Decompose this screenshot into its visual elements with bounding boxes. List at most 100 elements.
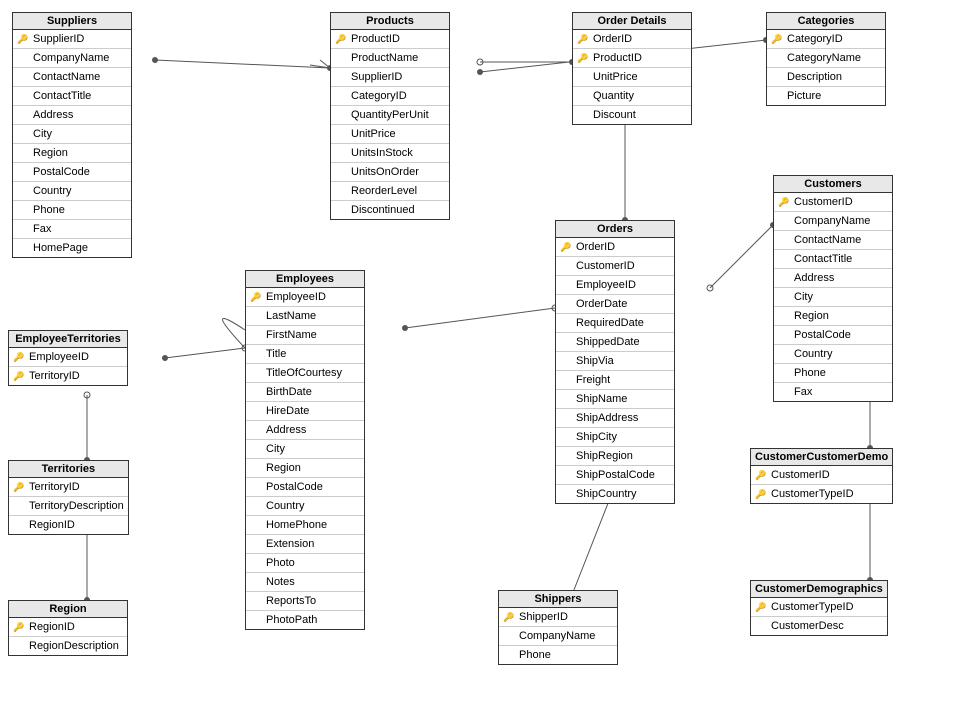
table-territories: Territories🔑TerritoryIDTerritoryDescript…: [8, 460, 129, 535]
field-products-categoryid: CategoryID: [331, 87, 449, 106]
table-title-customerCustomerDemo: CustomerCustomerDemo: [751, 449, 892, 466]
field-name: ShipRegion: [576, 450, 633, 462]
field-name: PostalCode: [266, 481, 323, 493]
field-employeeTerritories-territoryid: 🔑TerritoryID: [9, 367, 127, 385]
field-employees-photo: Photo: [246, 554, 364, 573]
field-customers-phone: Phone: [774, 364, 892, 383]
field-name: City: [33, 128, 52, 140]
pk-icon: 🔑: [13, 349, 24, 365]
field-products-reorderlevel: ReorderLevel: [331, 182, 449, 201]
field-region-regionid: 🔑RegionID: [9, 618, 127, 637]
table-categories: Categories🔑CategoryID CategoryName Descrip…: [766, 12, 886, 106]
field-name: Description: [787, 71, 842, 83]
field-name: Discount: [593, 109, 636, 121]
field-name: Phone: [33, 204, 65, 216]
field-name: PostalCode: [33, 166, 90, 178]
field-name: CompanyName: [519, 630, 595, 642]
field-name: Address: [794, 272, 834, 284]
field-categories-categoryid: 🔑CategoryID: [767, 30, 885, 49]
table-title-categories: Categories: [767, 13, 885, 30]
field-employees-address: Address: [246, 421, 364, 440]
field-name: CustomerID: [771, 469, 830, 481]
field-name: Region: [33, 147, 68, 159]
field-employees-employeeid: 🔑EmployeeID: [246, 288, 364, 307]
field-orders-requireddate: RequiredDate: [556, 314, 674, 333]
field-name: Region: [266, 462, 301, 474]
field-name: UnitsInStock: [351, 147, 413, 159]
field-suppliers-contactname: ContactName: [13, 68, 131, 87]
field-name: CategoryName: [787, 52, 861, 64]
field-name: TerritoryDescription: [29, 500, 124, 512]
table-title-customers: Customers: [774, 176, 892, 193]
field-name: Fax: [794, 386, 812, 398]
field-name: ContactName: [794, 234, 861, 246]
field-orders-shipcountry: ShipCountry: [556, 485, 674, 503]
pk-icon: 🔑: [13, 619, 24, 635]
field-orders-freight: Freight: [556, 371, 674, 390]
field-products-productname: ProductName: [331, 49, 449, 68]
field-name: BirthDate: [266, 386, 312, 398]
field-orders-customerid: CustomerID: [556, 257, 674, 276]
field-name: ShipCity: [576, 431, 617, 443]
table-orders: Orders🔑OrderIDCustomerIDEmployeeIDOrderD…: [555, 220, 675, 504]
field-employees-hiredate: HireDate: [246, 402, 364, 421]
field-name: Discontinued: [351, 204, 415, 216]
field-name: SupplierID: [351, 71, 402, 83]
table-products: Products🔑ProductIDProductNameSupplierIDC…: [330, 12, 450, 220]
field-orderDetails-quantity: Quantity: [573, 87, 691, 106]
field-suppliers-fax: Fax: [13, 220, 131, 239]
field-products-supplierid: SupplierID: [331, 68, 449, 87]
field-employees-notes: Notes: [246, 573, 364, 592]
field-suppliers-homepage: HomePage: [13, 239, 131, 257]
field-name: RequiredDate: [576, 317, 644, 329]
field-employees-lastname: LastName: [246, 307, 364, 326]
field-name: EmployeeID: [266, 291, 326, 303]
pk-icon: 🔑: [560, 239, 571, 255]
field-name: City: [794, 291, 813, 303]
field-products-unitprice: UnitPrice: [331, 125, 449, 144]
field-categories-description: Description: [767, 68, 885, 87]
field-orders-shipcity: ShipCity: [556, 428, 674, 447]
field-name: HireDate: [266, 405, 309, 417]
field-name: Country: [794, 348, 833, 360]
field-name: EmployeeID: [576, 279, 636, 291]
field-shippers-companyname: CompanyName: [499, 627, 617, 646]
pk-icon: 🔑: [778, 194, 789, 210]
table-title-orders: Orders: [556, 221, 674, 238]
field-products-discontinued: Discontinued: [331, 201, 449, 219]
field-name: ReportsTo: [266, 595, 316, 607]
field-employees-reportsto: ReportsTo: [246, 592, 364, 611]
field-customers-address: Address: [774, 269, 892, 288]
field-name: OrderID: [593, 33, 632, 45]
field-employees-titleofcourtesy: TitleOfCourtesy: [246, 364, 364, 383]
table-title-shippers: Shippers: [499, 591, 617, 608]
field-employees-country: Country: [246, 497, 364, 516]
field-name: TerritoryID: [29, 481, 80, 493]
pk-icon: 🔑: [577, 50, 588, 66]
field-employees-extension: Extension: [246, 535, 364, 554]
field-name: City: [266, 443, 285, 455]
pk-icon: 🔑: [771, 31, 782, 47]
field-name: ShipCountry: [576, 488, 637, 500]
pk-icon: 🔑: [503, 609, 514, 625]
field-name: CustomerID: [794, 196, 853, 208]
field-products-unitsonorder: UnitsOnOrder: [331, 163, 449, 182]
field-name: Address: [266, 424, 306, 436]
field-name: HomePage: [33, 242, 88, 254]
field-territories-territoryid: 🔑TerritoryID: [9, 478, 128, 497]
table-region: Region🔑RegionIDRegionDescription: [8, 600, 128, 656]
field-customerCustomerDemo-customertypeid: 🔑CustomerTypeID: [751, 485, 892, 503]
field-name: Phone: [519, 649, 551, 661]
field-name: ProductID: [593, 52, 642, 64]
table-title-employees: Employees: [246, 271, 364, 288]
field-suppliers-city: City: [13, 125, 131, 144]
table-employees: Employees🔑EmployeeIDLastName FirstName Tit…: [245, 270, 365, 630]
field-name: ContactTitle: [33, 90, 91, 102]
pk-icon: 🔑: [755, 467, 766, 483]
field-orders-shippostalcode: ShipPostalCode: [556, 466, 674, 485]
field-name: OrderID: [576, 241, 615, 253]
field-name: CategoryID: [351, 90, 407, 102]
field-name: FirstName: [266, 329, 317, 341]
field-customerDemographics-customertypeid: 🔑CustomerTypeID: [751, 598, 887, 617]
field-name: PhotoPath: [266, 614, 317, 626]
